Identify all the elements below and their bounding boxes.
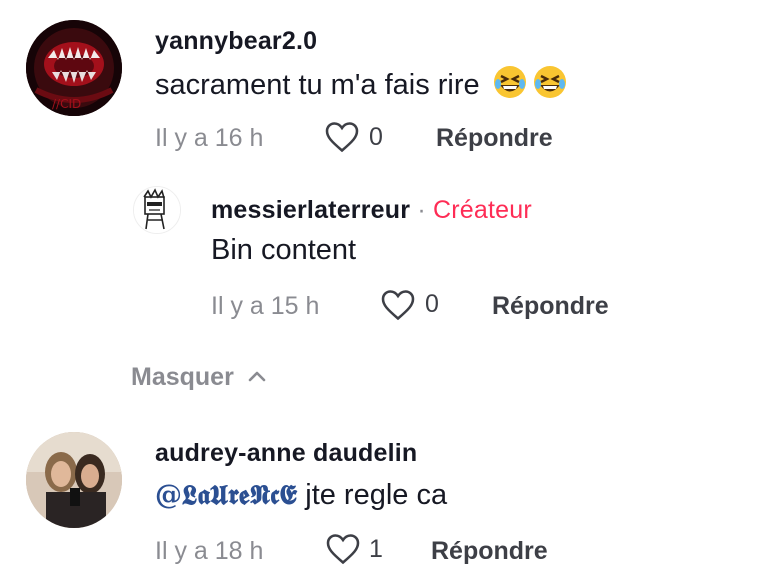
- comment-timestamp: Il y a 16 h: [155, 124, 264, 152]
- rofl-emoji-icon: [492, 64, 570, 108]
- comment-username-text[interactable]: messierlaterreur: [211, 196, 410, 224]
- comment-username[interactable]: yannybear2.0: [155, 27, 317, 56]
- like-heart-icon[interactable]: [324, 120, 360, 159]
- chevron-up-icon: [247, 361, 267, 390]
- comment-username: messierlaterreur · Créateur: [211, 196, 532, 225]
- avatar[interactable]: [133, 186, 181, 234]
- like-count: 0: [425, 290, 439, 318]
- like-count: 0: [369, 123, 383, 151]
- mention-link[interactable]: @𝕷𝖆𝖀𝖗𝖊𝕹𝖈𝕰: [155, 480, 297, 511]
- reply-button[interactable]: Répondre: [431, 537, 548, 566]
- avatar-image: //CID: [26, 20, 122, 116]
- avatar-image: [134, 187, 180, 233]
- svg-text://CID: //CID: [52, 97, 81, 111]
- like-heart-icon[interactable]: [325, 532, 361, 571]
- comment-username[interactable]: audrey-anne daudelin: [155, 439, 417, 468]
- like-count: 1: [369, 535, 383, 563]
- comment-text: @𝕷𝖆𝖀𝖗𝖊𝕹𝖈𝕰 jte regle ca: [155, 479, 447, 512]
- separator-dot: ·: [417, 196, 426, 224]
- hide-replies-label: Masquer: [131, 363, 234, 391]
- reply-button[interactable]: Répondre: [436, 124, 553, 153]
- comment-text-body: jte regle ca: [305, 479, 448, 511]
- hide-replies-button[interactable]: Masquer: [131, 361, 267, 392]
- avatar[interactable]: //CID: [26, 20, 122, 116]
- reply-button[interactable]: Répondre: [492, 292, 609, 321]
- avatar[interactable]: [26, 432, 122, 528]
- creator-badge: Créateur: [433, 196, 532, 224]
- comment-text-body: sacrament tu m'a fais rire: [155, 69, 480, 101]
- like-heart-icon[interactable]: [380, 288, 416, 327]
- comment-text: sacrament tu m'a fais rire �: [155, 64, 570, 108]
- comment-timestamp: Il y a 18 h: [155, 537, 264, 565]
- avatar-image: [26, 432, 122, 528]
- comment-text: Bin content: [211, 234, 357, 266]
- comment-timestamp: Il y a 15 h: [211, 292, 320, 320]
